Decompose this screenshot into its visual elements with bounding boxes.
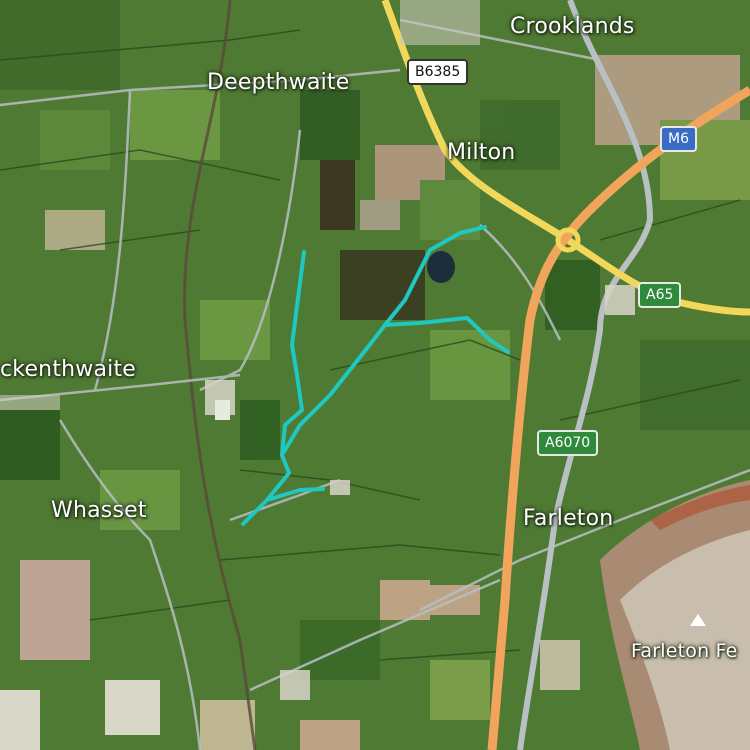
place-label-deepthwaite[interactable]: Deepthwaite	[207, 70, 350, 95]
pond	[427, 251, 455, 283]
road-shield-a6070: A6070	[537, 430, 599, 456]
road-shield-b6385: B6385	[407, 59, 469, 85]
place-label-ickenthwaite[interactable]: ckenthwaite	[0, 357, 136, 382]
mountain-peak-icon	[690, 614, 706, 626]
map-view[interactable]: Crooklands Deepthwaite Milton ckenthwait…	[0, 0, 750, 750]
road-shield-m6: M6	[660, 126, 697, 152]
place-label-crooklands[interactable]: Crooklands	[510, 14, 635, 39]
place-label-farleton-fell[interactable]: Farleton Fe	[631, 640, 738, 662]
place-label-farleton[interactable]: Farleton	[523, 506, 613, 531]
road-shield-a65: A65	[638, 282, 682, 308]
place-label-milton[interactable]: Milton	[447, 140, 515, 165]
place-label-whasset[interactable]: Whasset	[51, 498, 147, 523]
